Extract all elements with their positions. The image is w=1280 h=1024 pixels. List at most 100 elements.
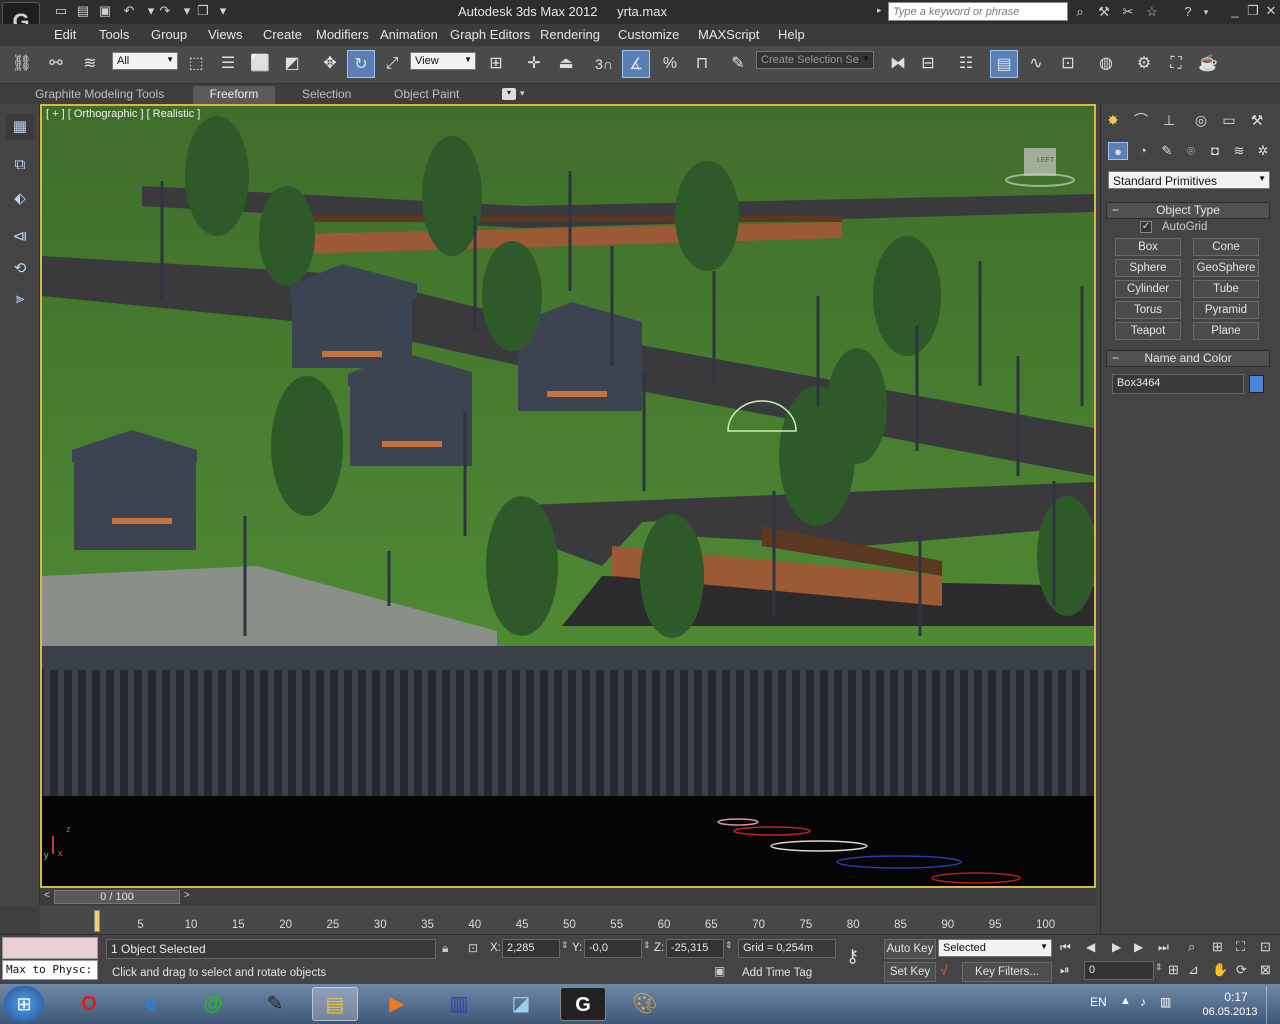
render-production-icon[interactable]: ☕ [1194,50,1222,78]
opera-icon[interactable]: O [66,987,112,1021]
volume-icon[interactable]: ♪ [1140,995,1146,1009]
restore-icon[interactable]: ❐ [1244,3,1262,19]
show-hidden-icons-icon[interactable]: ▲ [1120,995,1131,1007]
maxscript-mini-listener-pink[interactable] [2,937,98,959]
z-coordinate-field[interactable]: -25,315 [666,939,724,958]
go-to-end-icon[interactable]: ⏭ [1158,940,1169,955]
subscription-icon[interactable]: ⚒ [1094,3,1114,21]
pyramid-button[interactable]: Pyramid [1193,301,1259,319]
search-expand-icon[interactable]: ▸ [877,5,882,16]
walkthrough-icon[interactable]: ⧏ [6,224,34,250]
selection-filter-dropdown[interactable]: All [112,52,178,70]
rectangular-selection-region-icon[interactable]: ⬜ [246,50,274,78]
manage-layers-icon[interactable]: ☷ [952,50,980,78]
save-file-icon[interactable]: ▣ [96,3,114,19]
perspective-viewport[interactable] [40,104,1096,888]
time-slider-thumb[interactable]: 0 / 100 [54,890,180,904]
tab-selection[interactable]: Selection [302,87,351,101]
viewport-label[interactable]: [ + ] [ Orthographic ] [ Realistic ] [46,108,200,120]
percent-snap-toggle-icon[interactable]: % [656,50,684,78]
maximize-viewport-icon[interactable]: ⟲ [6,256,34,282]
render-setup-icon[interactable]: ⚙ [1130,50,1158,78]
select-and-move-icon[interactable]: ✥ [316,50,344,78]
ribbon-minimize-icon[interactable]: ▾ [502,88,516,100]
key-mode-toggle-icon[interactable]: ⏯ [1060,963,1070,978]
motion-tab-icon[interactable]: ◎ [1190,110,1212,130]
edit-named-selection-sets-icon[interactable]: ✎ [724,50,752,78]
object-category-dropdown[interactable]: Standard Primitives [1108,171,1270,189]
time-slider-next-icon[interactable]: > [184,890,190,901]
eyedropper-icon[interactable]: ✎ [252,987,298,1021]
menu-tools[interactable]: Tools [99,27,129,42]
time-slider-prev-icon[interactable]: < [44,890,50,901]
menu-create[interactable]: Create [263,27,302,42]
select-and-link-icon[interactable]: ⛓ [8,50,36,78]
explorer-icon[interactable]: ▤ [312,987,358,1021]
scene-explorer-icon[interactable]: ▦ [6,114,34,140]
ribbon-options-icon[interactable]: ▾ [520,88,525,99]
x-spinner-icon[interactable]: ⇕ [561,940,569,951]
use-pivot-center-icon[interactable]: ⊞ [482,50,510,78]
menu-modifiers[interactable]: Modifiers [316,27,369,42]
window-crossing-icon[interactable]: ◩ [278,50,306,78]
communication-center-icon[interactable]: ✂ [1118,3,1138,21]
tube-button[interactable]: Tube [1193,280,1259,298]
previous-frame-icon[interactable]: ◀︎ [1086,940,1095,954]
language-indicator[interactable]: EN [1090,995,1107,1009]
menu-animation[interactable]: Animation [380,27,438,42]
pan-view-icon[interactable]: ✋ [1212,962,1228,978]
time-configuration-icon[interactable]: ⊞ [1168,962,1179,978]
help-dropdown-icon[interactable]: ▾ [1196,3,1216,21]
object-color-swatch[interactable] [1249,375,1264,393]
curve-editor-icon[interactable]: ∿ [1022,50,1050,78]
paint-icon[interactable]: 🎨︎ [622,987,668,1021]
angle-snap-toggle-icon[interactable]: ∡ [622,50,650,78]
geosphere-button[interactable]: GeoSphere [1193,259,1259,277]
network-icon[interactable]: ▥ [1160,995,1171,1009]
key-filters-button[interactable]: Key Filters... [962,962,1052,982]
go-to-start-icon[interactable]: ⏮ [1060,940,1071,955]
torus-button[interactable]: Torus [1115,301,1181,319]
start-button-icon[interactable]: ⊞ [4,986,44,1022]
utilities-tab-icon[interactable]: ⚒ [1246,110,1268,130]
name-and-color-rollout[interactable]: − Name and Color [1106,350,1270,367]
box-button[interactable]: Box [1115,238,1181,256]
x-coordinate-field[interactable]: 2,285 [502,939,560,958]
select-and-scale-icon[interactable]: ⤢ [378,50,406,78]
help-icon[interactable]: ? [1178,3,1198,21]
selection-lock-icon[interactable]: 🔒︎ [442,941,448,956]
align-icon[interactable]: ⊟ [914,50,942,78]
menu-graph-editors[interactable]: Graph Editors [450,27,530,42]
container-icon[interactable]: ⧉ [6,152,34,178]
add-time-tag-button[interactable]: Add Time Tag [742,967,812,979]
cylinder-button[interactable]: Cylinder [1115,280,1181,298]
favorites-star-icon[interactable]: ☆ [1142,3,1162,21]
time-tag-icon[interactable]: ▣ [714,964,725,978]
orbit-icon[interactable]: ⟳ [1236,962,1247,978]
set-key-button[interactable]: Set Key [884,962,936,982]
close-icon[interactable]: ✕ [1262,3,1280,19]
clock-date[interactable]: 06.05.2013 [1198,1006,1262,1018]
open-file-icon[interactable]: ▤ [74,3,92,19]
shapes-icon[interactable]: ◔ [1133,142,1153,160]
tab-graphite-modeling-tools[interactable]: Graphite Modeling Tools [35,87,164,101]
3ds-max-taskbar-icon[interactable]: G [560,987,606,1021]
quick-access-dropdown-icon[interactable]: ▾ [214,3,232,19]
show-desktop-button[interactable] [1266,986,1280,1024]
maxscript-mini-listener[interactable]: Max to Physc: [2,960,98,980]
next-frame-icon[interactable]: ▶︎ [1134,940,1143,954]
z-spinner-icon[interactable]: ⇕ [725,940,733,951]
select-by-name-icon[interactable]: ☰ [214,50,242,78]
time-slider[interactable] [40,888,1096,906]
play-icon[interactable]: ▶︎ [1112,940,1121,954]
reference-coordinate-dropdown[interactable]: View [410,52,476,70]
minimize-icon[interactable]: _ [1226,3,1244,19]
menu-maxscript[interactable]: MAXScript [698,27,759,42]
material-editor-icon[interactable]: ◍ [1092,50,1120,78]
spinner-snap-toggle-icon[interactable]: ⊓ [688,50,716,78]
media-player-icon[interactable]: ▶ [374,987,420,1021]
y-coordinate-field[interactable]: -0,0 [584,939,642,958]
modify-tab-icon[interactable]: ⌒ [1130,110,1152,130]
unlink-selection-icon[interactable]: ⚯ [42,50,70,78]
set-keys-key-icon[interactable]: ⚷ [846,946,859,967]
